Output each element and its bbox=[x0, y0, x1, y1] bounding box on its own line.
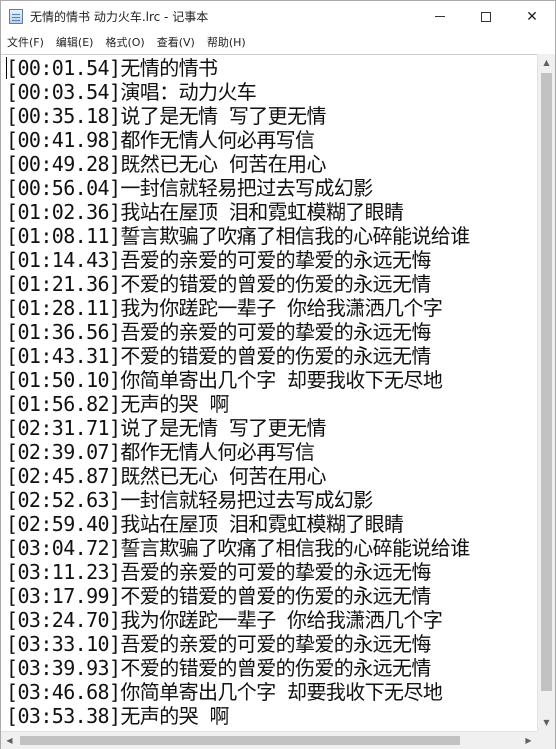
horizontal-scrollbar[interactable]: ◀ ▶ bbox=[1, 731, 537, 749]
text-line[interactable]: [03:17.99]不爱的错爱的曾爱的伤爱的永远无情 bbox=[6, 584, 470, 608]
text-line[interactable]: [03:24.70]我为你蹉跎一辈子 你给我潇洒几个字 bbox=[6, 608, 470, 632]
chevron-down-icon: ▼ bbox=[543, 718, 550, 727]
text-line[interactable]: [01:43.31]不爱的错爱的曾爱的伤爱的永远无情 bbox=[6, 344, 470, 368]
vertical-scroll-thumb[interactable] bbox=[541, 73, 552, 691]
text-line[interactable]: [01:56.82]无声的哭 啊 bbox=[6, 392, 470, 416]
text-line[interactable]: [02:39.07]都作无情人何必再写信 bbox=[6, 440, 470, 464]
text-line[interactable]: [03:46.68]你简单寄出几个字 却要我收下无尽地 bbox=[6, 680, 470, 704]
text-line[interactable]: [03:11.23]吾爱的亲爱的可爱的挚爱的永远无悔 bbox=[6, 560, 470, 584]
menu-bar: 文件(F) 编辑(E) 格式(O) 查看(V) 帮助(H) bbox=[1, 32, 555, 53]
editor-text[interactable]: [00:01.54]无情的情书 [00:03.54]演唱：动力火车 [00:35.1… bbox=[6, 56, 470, 728]
text-line[interactable]: [01:02.36]我站在屋顶 泪和霓虹模糊了眼睛 bbox=[6, 200, 470, 224]
text-line[interactable]: [01:08.11]誓言欺骗了吹痛了相信我的心碎能说给谁 bbox=[6, 224, 470, 248]
text-line[interactable]: [01:36.56]吾爱的亲爱的可爱的挚爱的永远无悔 bbox=[6, 320, 470, 344]
minimize-icon bbox=[435, 16, 445, 17]
chevron-left-icon: ◀ bbox=[6, 736, 13, 745]
text-caret bbox=[6, 57, 7, 79]
text-line[interactable]: [02:59.40]我站在屋顶 泪和霓虹模糊了眼睛 bbox=[6, 512, 470, 536]
close-button[interactable]: ✕ bbox=[509, 1, 555, 32]
text-line[interactable]: [01:28.11]我为你蹉跎一辈子 你给我潇洒几个字 bbox=[6, 296, 470, 320]
menu-file[interactable]: 文件(F) bbox=[1, 32, 50, 53]
maximize-button[interactable] bbox=[463, 1, 509, 32]
text-line[interactable]: [02:45.87]既然已无心 何苦在用心 bbox=[6, 464, 470, 488]
notepad-icon[interactable] bbox=[9, 9, 23, 24]
scroll-up-button[interactable]: ▲ bbox=[538, 54, 555, 71]
chevron-up-icon: ▲ bbox=[543, 58, 550, 67]
title-bar[interactable]: 无情的情书 动力火车.lrc - 记事本 ✕ bbox=[1, 1, 555, 32]
text-editor[interactable]: [00:01.54]无情的情书 [00:03.54]演唱：动力火车 [00:35.1… bbox=[1, 54, 537, 731]
text-line[interactable]: [03:33.10]吾爱的亲爱的可爱的挚爱的永远无悔 bbox=[6, 632, 470, 656]
text-line[interactable]: [00:01.54]无情的情书 bbox=[6, 56, 470, 80]
scroll-right-button[interactable]: ▶ bbox=[520, 732, 537, 749]
chevron-right-icon: ▶ bbox=[525, 736, 532, 745]
scroll-down-button[interactable]: ▼ bbox=[538, 714, 555, 731]
menu-view[interactable]: 查看(V) bbox=[151, 32, 201, 53]
minimize-button[interactable] bbox=[417, 1, 463, 32]
scrollbar-corner bbox=[537, 731, 555, 749]
menu-help[interactable]: 帮助(H) bbox=[201, 32, 252, 53]
text-line[interactable]: [00:03.54]演唱：动力火车 bbox=[6, 80, 470, 104]
text-line[interactable]: [01:14.43]吾爱的亲爱的可爱的挚爱的永远无悔 bbox=[6, 248, 470, 272]
window-title: 无情的情书 动力火车.lrc - 记事本 bbox=[30, 10, 209, 24]
text-line[interactable]: [00:49.28]既然已无心 何苦在用心 bbox=[6, 152, 470, 176]
scroll-left-button[interactable]: ◀ bbox=[1, 732, 18, 749]
close-icon: ✕ bbox=[526, 8, 538, 25]
text-line[interactable]: [03:53.38]无声的哭 啊 bbox=[6, 704, 470, 728]
horizontal-scroll-thumb[interactable] bbox=[20, 736, 460, 745]
text-line[interactable]: [00:56.04]一封信就轻易把过去写成幻影 bbox=[6, 176, 470, 200]
text-line[interactable]: [00:41.98]都作无情人何必再写信 bbox=[6, 128, 470, 152]
text-line[interactable]: [00:35.18]说了是无情 写了更无情 bbox=[6, 104, 470, 128]
text-line[interactable]: [01:50.10]你简单寄出几个字 却要我收下无尽地 bbox=[6, 368, 470, 392]
notepad-window: 无情的情书 动力火车.lrc - 记事本 ✕ 文件(F) 编辑(E) 格式(O)… bbox=[0, 0, 556, 749]
vertical-scrollbar[interactable]: ▲ ▼ bbox=[537, 54, 555, 731]
text-line[interactable]: [01:21.36]不爱的错爱的曾爱的伤爱的永远无情 bbox=[6, 272, 470, 296]
text-line[interactable]: [03:39.93]不爱的错爱的曾爱的伤爱的永远无情 bbox=[6, 656, 470, 680]
text-line[interactable]: [02:31.71]说了是无情 写了更无情 bbox=[6, 416, 470, 440]
maximize-icon bbox=[481, 11, 491, 22]
text-line[interactable]: [03:04.72]誓言欺骗了吹痛了相信我的心碎能说给谁 bbox=[6, 536, 470, 560]
menu-edit[interactable]: 编辑(E) bbox=[50, 32, 100, 53]
menu-format[interactable]: 格式(O) bbox=[99, 32, 150, 53]
text-line[interactable]: [02:52.63]一封信就轻易把过去写成幻影 bbox=[6, 488, 470, 512]
